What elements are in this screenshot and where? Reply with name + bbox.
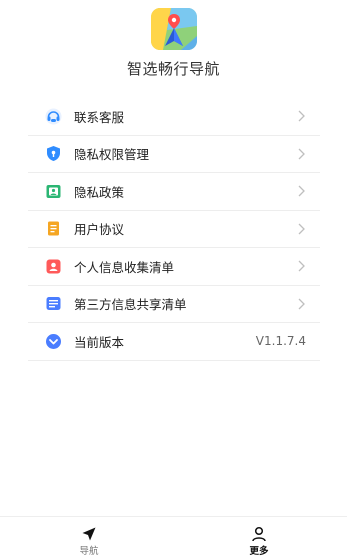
chevron-right-icon (296, 222, 306, 236)
tab-navigation[interactable]: 导航 (49, 517, 129, 558)
menu-item-label: 用户协议 (74, 222, 125, 238)
tab-label: 更多 (249, 546, 269, 557)
menu-item-label: 当前版本 (74, 334, 125, 350)
menu-item-privacy-permission[interactable]: 隐私权限管理 (28, 136, 320, 173)
chevron-right-icon (296, 259, 306, 273)
chevron-right-icon (296, 109, 306, 123)
version-value: V1.1.7.4 (255, 334, 306, 349)
menu-item-label: 第三方信息共享清单 (74, 297, 187, 313)
user-agreement-icon (45, 220, 62, 237)
customer-service-icon (45, 108, 62, 125)
menu-item-label: 个人信息收集清单 (74, 259, 175, 275)
privacy-shield-icon (45, 145, 62, 162)
menu-list: 联系客服 隐私权限管理 隐私政策 用户协议 个人信息收集清单 第三方信息共享清单… (28, 98, 320, 361)
third-party-share-icon (45, 295, 62, 312)
version-icon (45, 333, 62, 350)
privacy-policy-icon (45, 183, 62, 200)
menu-item-privacy-policy[interactable]: 隐私政策 (28, 173, 320, 211)
app-name: 智选畅行导航 (126, 60, 220, 78)
menu-item-user-agreement[interactable]: 用户协议 (28, 211, 320, 248)
chevron-right-icon (296, 297, 306, 311)
navigation-arrow-icon (80, 526, 98, 542)
menu-item-third-party-sharing[interactable]: 第三方信息共享清单 (28, 286, 320, 323)
menu-item-personal-info-list[interactable]: 个人信息收集清单 (28, 248, 320, 286)
tab-label: 导航 (79, 546, 99, 557)
menu-item-label: 隐私权限管理 (74, 147, 150, 163)
chevron-right-icon (296, 184, 306, 198)
chevron-right-icon (296, 147, 306, 161)
personal-info-icon (45, 258, 62, 275)
menu-item-contact-service[interactable]: 联系客服 (28, 98, 320, 136)
map-navigation-logo-icon (151, 8, 197, 50)
about-page: 智选畅行导航 联系客服 隐私权限管理 隐私政策 用户协议 个人信息收集清单 第三… (0, 0, 347, 558)
menu-item-label: 隐私政策 (74, 184, 125, 200)
tab-more[interactable]: 更多 (219, 517, 299, 558)
bottom-tab-bar: 导航 更多 (0, 516, 347, 558)
menu-item-current-version: 当前版本 V1.1.7.4 (28, 323, 320, 361)
person-icon (250, 526, 268, 542)
menu-item-label: 联系客服 (74, 109, 125, 125)
